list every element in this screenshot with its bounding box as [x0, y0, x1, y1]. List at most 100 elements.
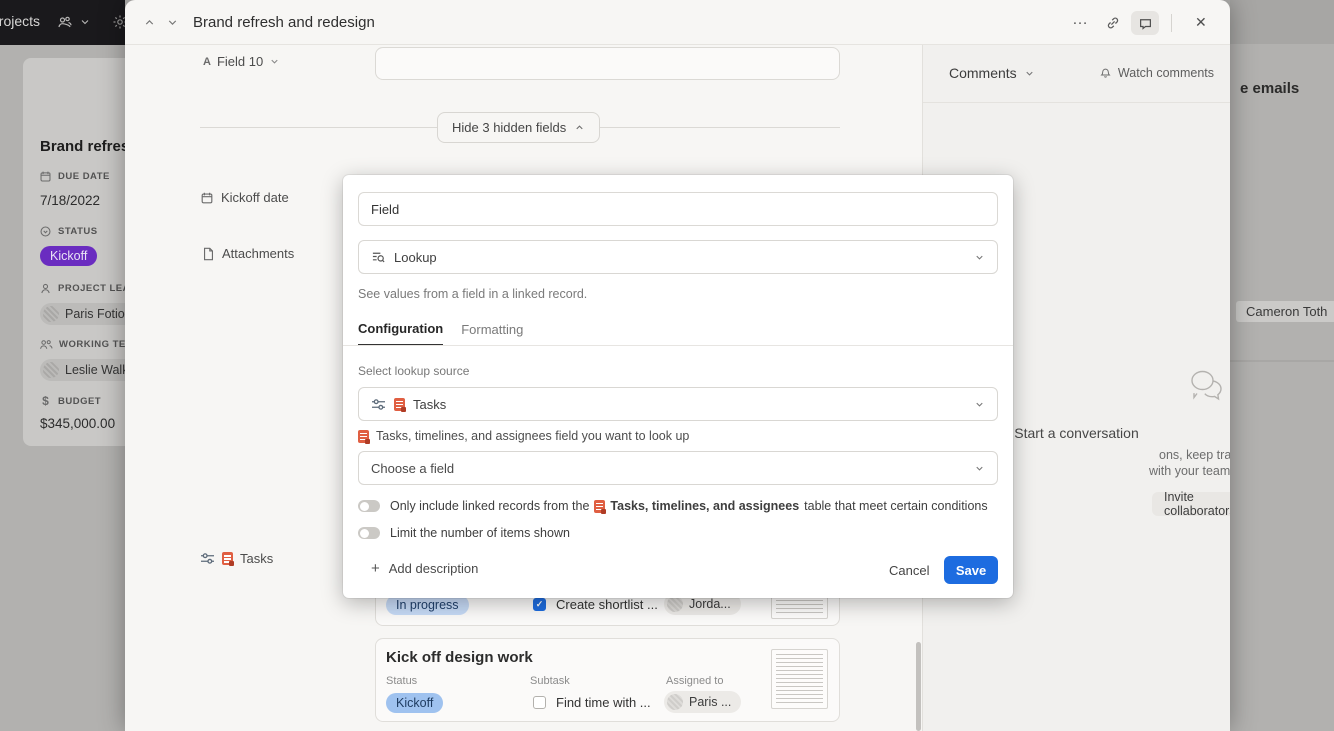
- comments-dropdown[interactable]: Comments: [949, 65, 1035, 81]
- project-lead-chip: Paris Fotio: [40, 303, 135, 325]
- save-button[interactable]: Save: [944, 556, 998, 584]
- status-icon: [39, 225, 52, 238]
- lookup-source-select[interactable]: Tasks: [358, 387, 998, 421]
- hide-hidden-fields-label: Hide 3 hidden fields: [452, 120, 566, 135]
- record-title[interactable]: Brand refresh and redesign: [193, 14, 375, 31]
- chevron-down-icon[interactable]: [79, 16, 91, 28]
- tab-configuration[interactable]: Configuration: [358, 321, 443, 346]
- due-date-label: DUE DATE: [58, 171, 110, 182]
- background-right-topstrip: [1230, 0, 1334, 44]
- budget-value: $345,000.00: [40, 416, 115, 431]
- more-options-button[interactable]: …: [1072, 11, 1089, 29]
- document-icon: [202, 247, 215, 261]
- chevron-up-icon: [574, 122, 585, 133]
- subtask-column-label: Subtask: [530, 675, 570, 687]
- scrollbar[interactable]: [916, 642, 921, 731]
- limit-items-label: Limit the number of items shown: [390, 526, 570, 540]
- subtask-checkbox[interactable]: [533, 598, 546, 611]
- conditions-toggle-text-post: table that meet certain conditions: [804, 499, 987, 513]
- invite-collaborators-button[interactable]: Invite collaborators: [1152, 492, 1230, 516]
- tasks-table-icon: [222, 552, 233, 565]
- field-name-value: Field: [371, 202, 399, 217]
- comments-toggle-button[interactable]: [1131, 11, 1159, 35]
- assignee-chip: Paris ...: [664, 691, 741, 713]
- task-status-pill: In progress: [386, 595, 469, 615]
- lookup-source-value: Tasks: [413, 397, 966, 412]
- lookup-field-helper: Tasks, timelines, and assignees field yo…: [376, 429, 689, 443]
- task-title: Kick off design work: [386, 649, 533, 666]
- tasks-table-icon: [394, 398, 405, 411]
- plus-icon: +: [371, 560, 380, 577]
- add-description-label: Add description: [389, 561, 479, 576]
- field-type-value: Lookup: [394, 250, 966, 265]
- field-type-select[interactable]: Lookup: [358, 240, 998, 274]
- assigned-column-label: Assigned to: [666, 675, 723, 687]
- tabs-divider: [343, 345, 1013, 346]
- status-column-label: Status: [386, 675, 417, 687]
- comment-icon: [1138, 16, 1153, 31]
- task-card[interactable]: Kick off design work Status Subtask Assi…: [375, 638, 840, 722]
- due-date-value: 7/18/2022: [40, 193, 100, 208]
- topbar-divider: [1171, 14, 1172, 32]
- background-right-heading: e emails: [1240, 80, 1299, 97]
- field-name-input[interactable]: Field: [358, 192, 998, 226]
- comments-header: Comments Watch comments: [923, 45, 1230, 103]
- status-pill: Kickoff: [40, 246, 97, 266]
- subtask-text: Create shortlist ...: [556, 597, 658, 612]
- tasks-table-icon: [358, 430, 369, 443]
- avatar: [43, 362, 59, 378]
- kickoff-date-field-label[interactable]: Kickoff date: [200, 190, 289, 205]
- chevron-down-icon: [974, 252, 985, 263]
- cancel-button[interactable]: Cancel: [889, 563, 929, 578]
- people-icon: [39, 338, 53, 351]
- bell-icon: [1099, 67, 1112, 80]
- field10-header[interactable]: A Field 10: [203, 54, 280, 69]
- previous-record-button[interactable]: [143, 16, 156, 29]
- attachments-field-label[interactable]: Attachments: [202, 246, 294, 261]
- lookup-icon: [371, 250, 386, 264]
- linked-record-icon: [200, 552, 215, 565]
- next-record-button[interactable]: [166, 16, 179, 29]
- conditions-toggle[interactable]: [358, 500, 380, 512]
- field10-input[interactable]: [375, 47, 840, 80]
- tasks-field-label[interactable]: Tasks: [200, 551, 273, 566]
- calendar-icon: [200, 191, 214, 205]
- field-config-dialog: Field Lookup See values from a field in …: [343, 175, 1013, 598]
- watch-comments-label: Watch comments: [1118, 66, 1214, 80]
- add-description-button[interactable]: + Add description: [371, 560, 478, 577]
- background-card-edge: [1230, 360, 1334, 362]
- collaborators-icon[interactable]: [57, 14, 73, 30]
- task-status-pill: Kickoff: [386, 693, 443, 713]
- working-team-chip: Leslie Walk: [40, 359, 138, 381]
- conversation-bubbles-icon: [1181, 367, 1229, 411]
- linked-record-icon: [371, 398, 386, 411]
- limit-items-toggle[interactable]: [358, 527, 380, 539]
- person-icon: [39, 282, 52, 295]
- chevron-down-icon: [974, 463, 985, 474]
- budget-label: BUDGET: [58, 396, 101, 407]
- empty-state-line1: ons, keep track of status updates, and: [1159, 448, 1230, 462]
- chevron-down-icon: [1024, 68, 1035, 79]
- watch-comments-button[interactable]: Watch comments: [1099, 66, 1214, 80]
- hide-hidden-fields-button[interactable]: Hide 3 hidden fields: [437, 112, 600, 143]
- tab-formatting[interactable]: Formatting: [461, 322, 523, 345]
- field-type-description: See values from a field in a linked reco…: [358, 287, 587, 301]
- empty-state-line2: with your team — directly in Airtable.: [1149, 464, 1230, 478]
- lookup-field-placeholder: Choose a field: [371, 461, 966, 476]
- subtask-checkbox[interactable]: [533, 696, 546, 709]
- background-collaborator-chip: Cameron Toth: [1236, 301, 1334, 322]
- gear-icon[interactable]: [112, 14, 125, 30]
- lookup-field-select[interactable]: Choose a field: [358, 451, 998, 485]
- close-icon[interactable]: ✕: [1195, 14, 1207, 31]
- background-record-card: Brand refres DUE DATE 7/18/2022 STATUS K…: [23, 58, 138, 446]
- chevron-down-icon: [974, 399, 985, 410]
- tasks-table-icon: [594, 500, 605, 513]
- modal-top-bar: Brand refresh and redesign … ✕: [125, 0, 1230, 45]
- nav-projects-label: projects: [0, 13, 40, 29]
- chevron-down-icon: [269, 56, 280, 67]
- comments-header-label: Comments: [949, 65, 1017, 81]
- dollar-icon: $: [39, 394, 52, 408]
- background-card-title: Brand refres: [40, 138, 129, 155]
- avatar: [667, 694, 683, 710]
- copy-link-icon[interactable]: [1105, 15, 1121, 31]
